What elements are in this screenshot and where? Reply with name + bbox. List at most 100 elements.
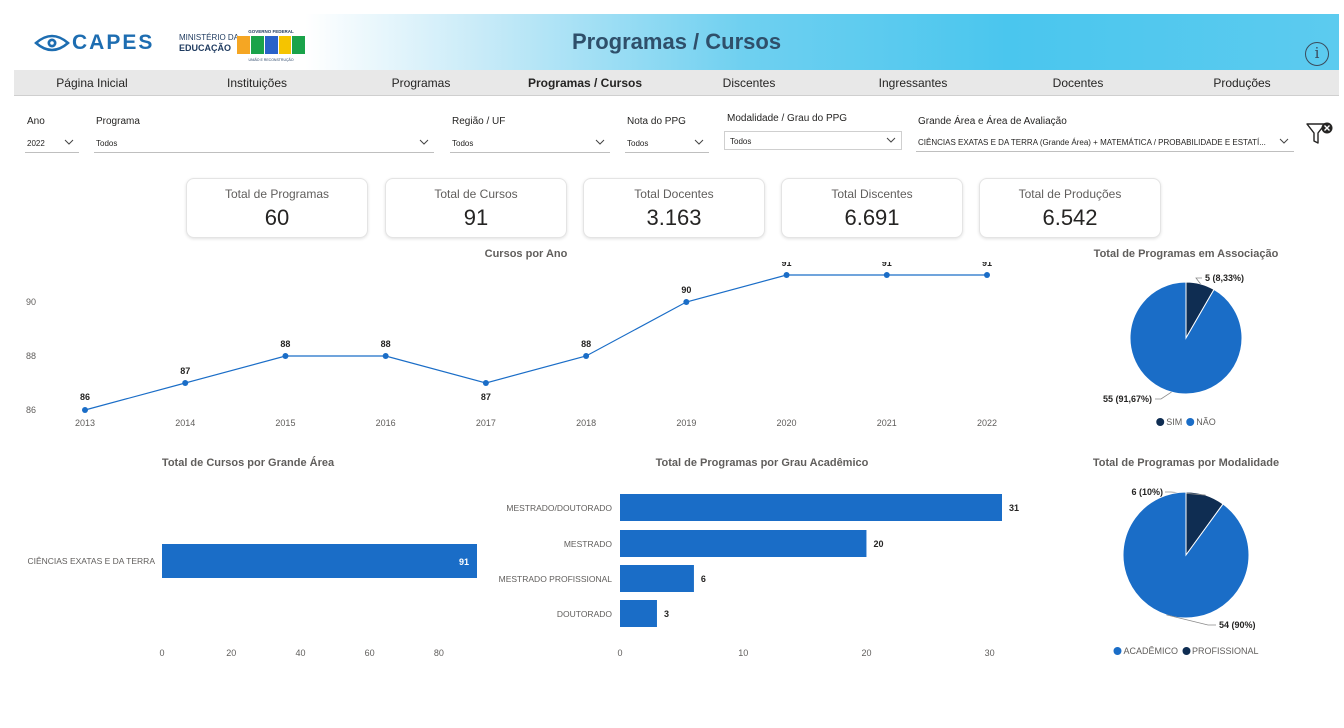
- pie-slice: [1129, 281, 1243, 395]
- legend-dot-sim: [1156, 418, 1165, 426]
- filter-ano-label: Ano: [27, 116, 45, 127]
- filter-area-select[interactable]: CIÊNCIAS EXATAS E DA TERRA (Grande Área)…: [916, 133, 1294, 152]
- brasil-top-text: GOVERNO FEDERAL: [248, 29, 294, 34]
- legend-label-profissional: PROFISSIONAL: [1192, 646, 1259, 656]
- y-tick-label: 88: [26, 351, 36, 361]
- chevron-down-icon: [64, 139, 74, 145]
- pie-chart-modalidade: 6 (10%) 54 (90%): [1122, 487, 1256, 630]
- filter-ano-value: 2022: [27, 139, 45, 148]
- category-label: DOUTORADO: [557, 609, 612, 619]
- bar: [620, 530, 867, 557]
- legend-label-academico: ACADÊMICO: [1123, 646, 1178, 656]
- filter-ano-select[interactable]: 2022: [25, 134, 79, 153]
- filter-nota-value: Todos: [627, 139, 649, 148]
- pie-modalidade-legend: ACADÊMICO PROFISSIONAL: [1113, 646, 1259, 656]
- x-tick-label: 10: [738, 648, 748, 658]
- nav-discentes[interactable]: Discentes: [723, 76, 776, 90]
- clear-filters-icon[interactable]: [1306, 121, 1334, 147]
- filter-modalidade-select[interactable]: Todos: [724, 131, 902, 150]
- data-label: 91: [882, 262, 892, 268]
- pie-associacao-legend: SIM NÃO: [1156, 417, 1216, 427]
- kpi-card-cursos: Total de Cursos 91: [385, 178, 567, 238]
- filter-regiao-label: Região / UF: [452, 116, 506, 127]
- x-tick-label: 40: [295, 648, 305, 658]
- filter-area-value: CIÊNCIAS EXATAS E DA TERRA (Grande Área)…: [918, 138, 1266, 147]
- bar-value-label: 6: [701, 574, 706, 584]
- filter-area-label: Grande Área e Área de Avaliação: [918, 116, 1067, 127]
- nav-programas[interactable]: Programas: [392, 76, 451, 90]
- kpi-label: Total de Produções: [1018, 187, 1122, 201]
- legend-dot-academico: [1113, 647, 1122, 655]
- legend-dot-nao: [1186, 418, 1195, 426]
- category-label: MESTRADO: [564, 539, 613, 549]
- capes-wordmark: CAPES: [72, 31, 155, 54]
- chevron-down-icon: [595, 139, 605, 145]
- kpi-value: 6.691: [844, 205, 900, 230]
- kpi-card-discentes: Total Discentes 6.691: [781, 178, 963, 238]
- mec-line1: MINISTÉRIO DA: [179, 33, 240, 42]
- kpi-label: Total Discentes: [831, 187, 913, 201]
- chevron-down-icon: [419, 139, 429, 145]
- pie-data-label: 6 (10%): [1131, 487, 1163, 497]
- x-tick-label: 20: [861, 648, 871, 658]
- mec-line2: EDUCAÇÃO: [179, 43, 232, 53]
- x-tick-label: 2014: [175, 418, 195, 428]
- filter-regiao-select[interactable]: Todos: [450, 134, 610, 153]
- bar-value-label: 31: [1009, 503, 1019, 513]
- pie-data-label: 55 (91,67%): [1103, 394, 1152, 404]
- data-label: 88: [280, 339, 290, 349]
- pie-chart-associacao: 5 (8,33%) 55 (91,67%): [1103, 273, 1244, 404]
- bar: [620, 494, 1002, 521]
- bar: [162, 544, 477, 578]
- nav-docentes[interactable]: Docentes: [1053, 76, 1104, 90]
- kpi-value: 60: [264, 205, 290, 230]
- info-icon[interactable]: i: [1305, 42, 1329, 66]
- nav-pagina-inicial[interactable]: Página Inicial: [56, 76, 127, 90]
- brasil-bottom-text: UNIÃO E RECONSTRUÇÃO: [248, 57, 293, 62]
- filter-modalidade-label: Modalidade / Grau do PPG: [727, 113, 848, 124]
- series-line: [84, 274, 987, 411]
- kpi-value: 91: [463, 205, 489, 230]
- data-point: [382, 353, 389, 359]
- line-chart-title: Cursos por Ano: [484, 248, 568, 260]
- bar-grau-title: Total de Programas por Grau Acadêmico: [655, 457, 869, 469]
- bar: [620, 565, 694, 592]
- data-point: [282, 353, 289, 359]
- bar-value-label: 91: [459, 557, 469, 567]
- chevron-down-icon: [694, 139, 704, 145]
- x-tick-label: 30: [985, 648, 995, 658]
- legend-label-nao: NÃO: [1196, 417, 1216, 427]
- nav-producoes[interactable]: Produções: [1213, 76, 1270, 90]
- x-tick-label: 2017: [476, 418, 496, 428]
- nav-programas-cursos[interactable]: Programas / Cursos: [528, 76, 642, 90]
- nav-ingressantes[interactable]: Ingressantes: [879, 76, 948, 90]
- filter-programa-value: Todos: [96, 139, 118, 148]
- x-tick-label: 0: [159, 648, 164, 658]
- x-tick-label: 2021: [877, 418, 897, 428]
- pie-modalidade-title: Total de Programas por Modalidade: [1092, 457, 1280, 469]
- pie-slice: [1122, 491, 1250, 619]
- kpi-card-docentes: Total Docentes 3.163: [583, 178, 765, 238]
- bar-chart-grande-area: 0 20 40 60 80 CIÊNCIAS EXATAS E DA TERRA 91: [27, 544, 477, 658]
- x-tick-label: 2018: [576, 418, 596, 428]
- kpi-card-producoes: Total de Produções 6.542: [979, 178, 1161, 238]
- filter-nota-select[interactable]: Todos: [625, 134, 709, 153]
- data-label: 90: [681, 285, 691, 295]
- x-tick-label: 2013: [75, 418, 95, 428]
- x-tick-label: 2020: [777, 418, 797, 428]
- kpi-value: 3.163: [646, 205, 702, 230]
- filter-programa-select[interactable]: Todos: [94, 134, 434, 153]
- data-point: [783, 272, 790, 278]
- x-tick-label: 60: [365, 648, 375, 658]
- x-tick-label: 2016: [376, 418, 396, 428]
- data-point: [482, 380, 489, 386]
- capes-logo: CAPES: [34, 31, 182, 55]
- kpi-label: Total de Cursos: [434, 187, 518, 201]
- chevron-down-icon: [1279, 138, 1289, 144]
- pie-leader-line: [1155, 391, 1172, 400]
- line-chart-cursos-por-ano: 86 88 90 2013 2014 2015 2016 2017 2018 2019 2020 20…: [26, 262, 997, 428]
- nav-instituicoes[interactable]: Instituições: [227, 76, 287, 90]
- category-label: CIÊNCIAS EXATAS E DA TERRA: [27, 556, 155, 566]
- data-label: 88: [381, 339, 391, 349]
- page-title: Programas / Cursos: [572, 29, 782, 54]
